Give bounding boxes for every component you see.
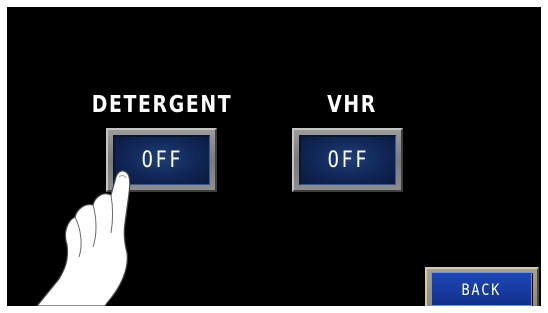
- vhr-toggle-face: OFF: [299, 135, 396, 185]
- vhr-state-text: OFF: [327, 148, 369, 173]
- detergent-toggle-button[interactable]: OFF: [106, 128, 217, 192]
- touchscreen-panel: DETERGENT VHR OFF OFF BACK: [7, 7, 541, 306]
- detergent-toggle-face: OFF: [113, 135, 210, 185]
- detergent-label: DETERGENT: [91, 92, 233, 118]
- back-button[interactable]: BACK: [425, 267, 539, 306]
- vhr-label: VHR: [327, 92, 377, 118]
- back-button-label: BACK: [461, 279, 502, 299]
- vhr-toggle-button[interactable]: OFF: [292, 128, 403, 192]
- pointing-hand-icon: [36, 170, 131, 306]
- back-button-face: BACK: [431, 272, 532, 306]
- detergent-state-text: OFF: [141, 148, 183, 173]
